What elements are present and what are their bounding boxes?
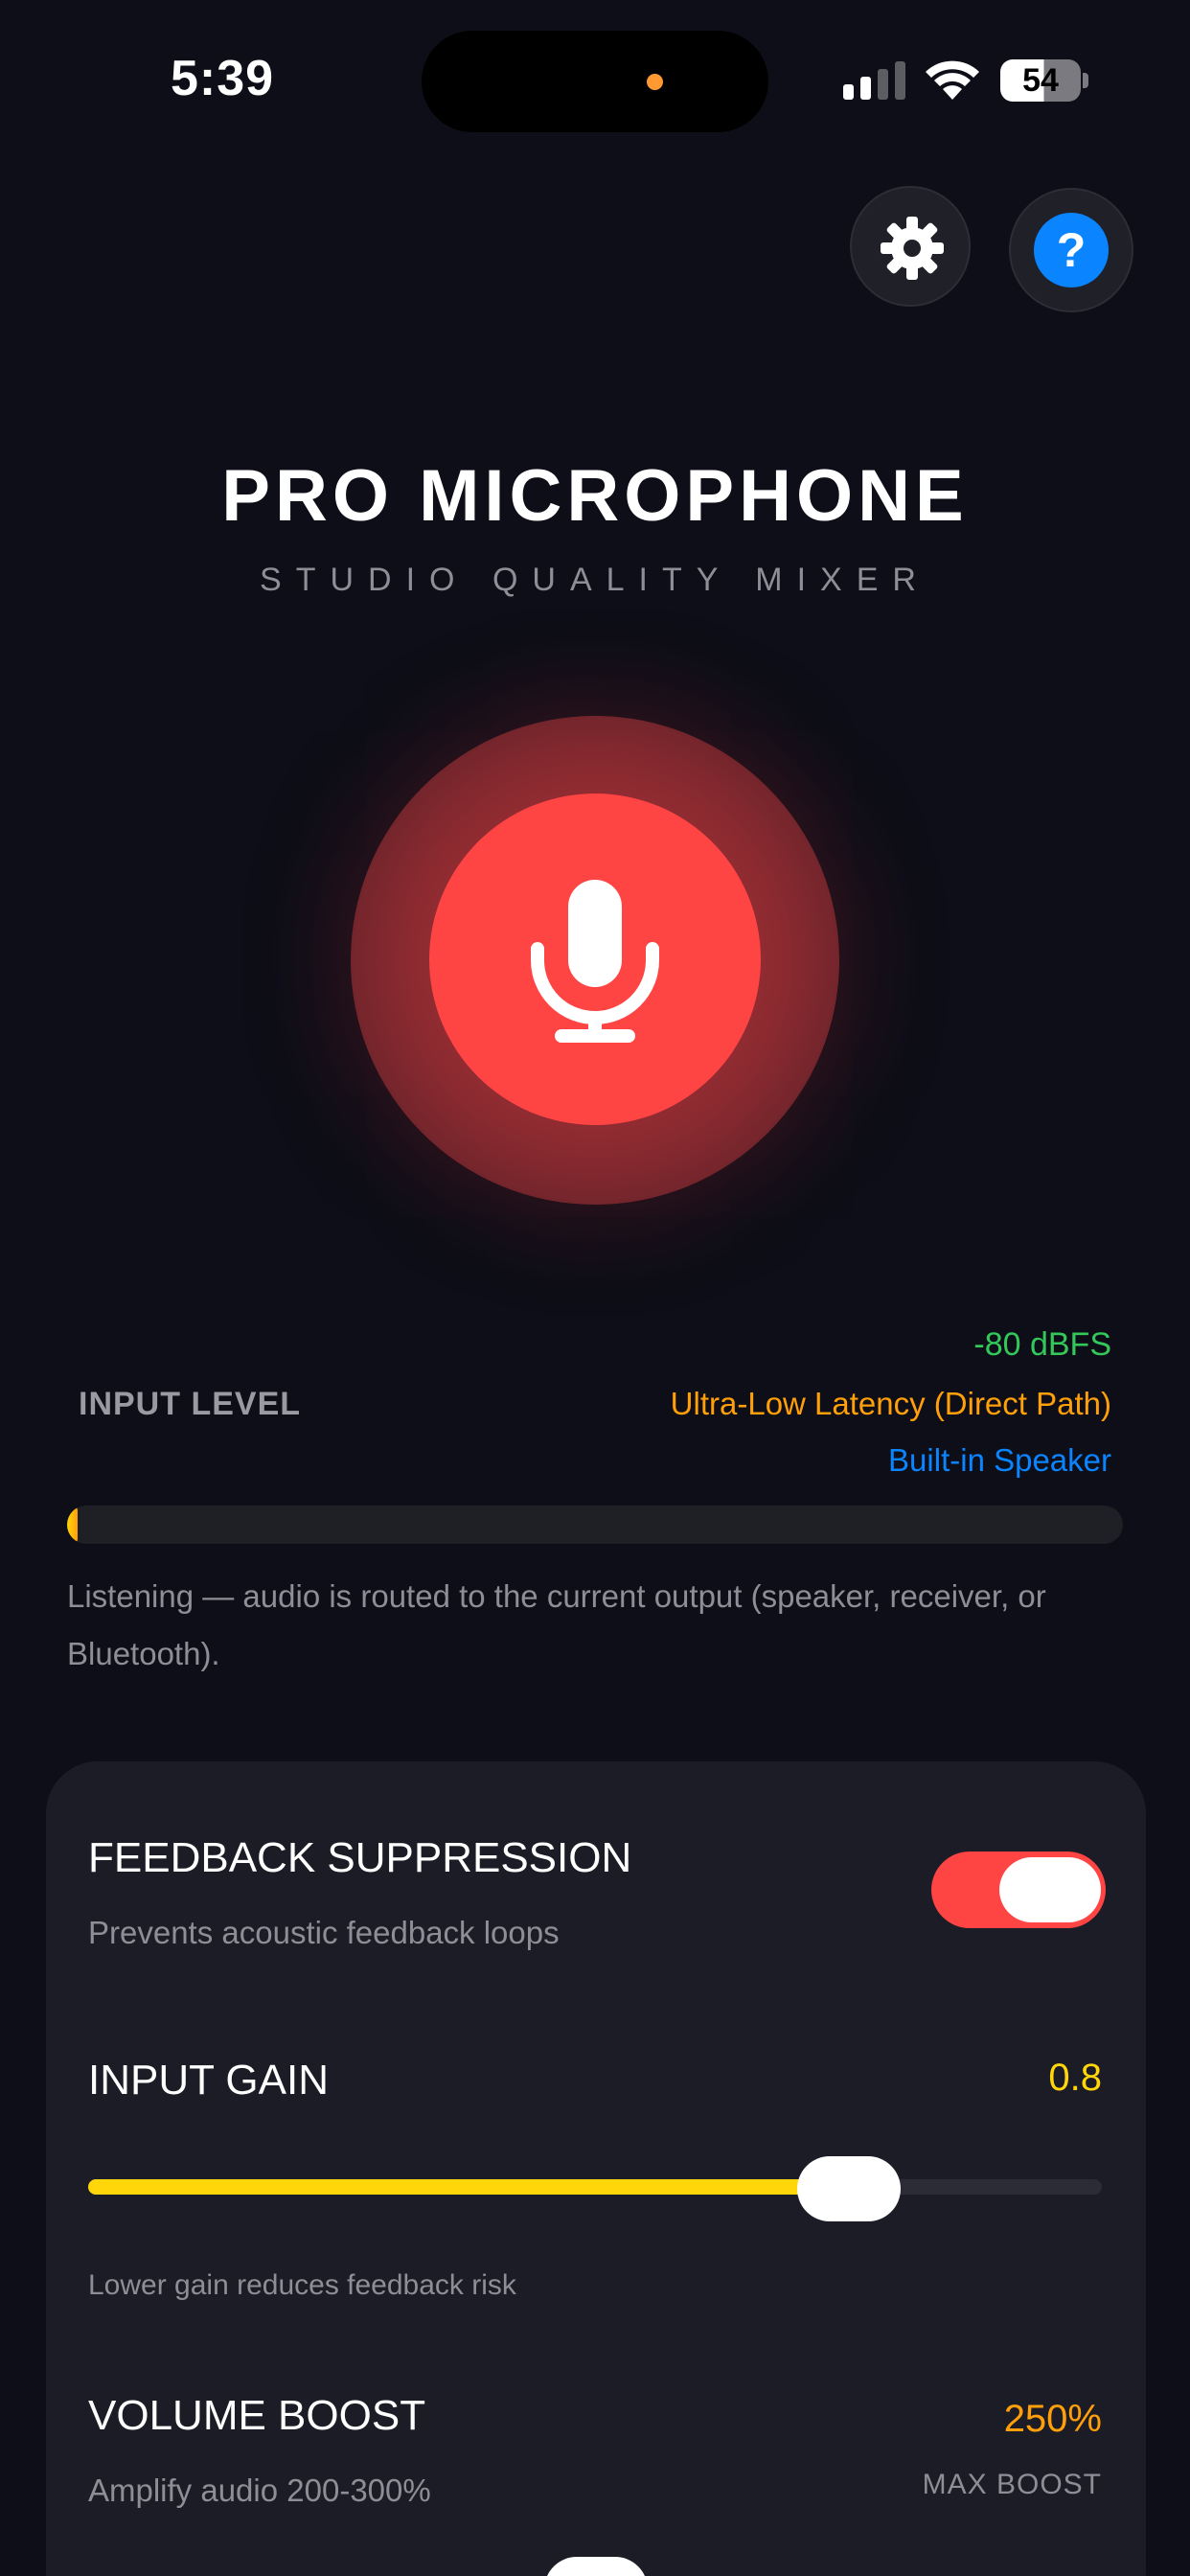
question-mark-icon: ? [1034,213,1109,288]
max-boost-label: MAX BOOST [922,2469,1102,2500]
battery-icon: 54 [1000,59,1081,102]
input-gain-value: 0.8 [1048,2057,1102,2099]
feedback-title: FEEDBACK SUPPRESSION [88,1834,632,1881]
app-screen: 5:39 54 ? PRO MICROPHONE STUDIO QUALITY … [0,0,1190,2576]
input-level-meter [67,1506,1123,1544]
gear-icon [881,217,944,280]
latency-mode: Ultra-Low Latency (Direct Path) [670,1386,1111,1421]
input-level-label: INPUT LEVEL [79,1386,302,1422]
help-button[interactable]: ? [1009,188,1133,312]
signal-icon [843,61,906,100]
app-subtitle: STUDIO QUALITY MIXER [260,562,930,598]
input-gain-fill [88,2179,849,2195]
input-gain-hint: Lower gain reduces feedback risk [88,2269,516,2301]
feedback-suppression-toggle[interactable] [931,1852,1106,1928]
listening-status: Listening — audio is routed to the curre… [67,1578,1046,1671]
mic-in-use-indicator [647,74,663,90]
dbfs-readout: -80 dBFS [973,1326,1111,1363]
volume-boost-value: 250% [1003,2398,1102,2440]
input-gain-slider[interactable] [88,2179,1102,2195]
output-device: Built-in Speaker [888,1442,1111,1478]
dynamic-island [422,31,768,132]
microphone-icon [531,880,659,1043]
input-gain-title: INPUT GAIN [88,2057,330,2104]
toggle-knob [999,1857,1101,1922]
battery-cap [1083,73,1088,88]
record-mic-button[interactable] [429,794,761,1125]
input-level-fill [67,1506,79,1544]
app-title: PRO MICROPHONE [221,455,969,537]
settings-button[interactable] [850,186,971,307]
volume-boost-description: Amplify audio 200-300% [88,2472,431,2508]
status-time: 5:39 [171,51,275,106]
feedback-description: Prevents acoustic feedback loops [88,1915,560,1950]
wifi-icon [926,60,979,100]
input-gain-thumb[interactable] [796,2156,901,2221]
volume-boost-title: VOLUME BOOST [88,2392,426,2439]
